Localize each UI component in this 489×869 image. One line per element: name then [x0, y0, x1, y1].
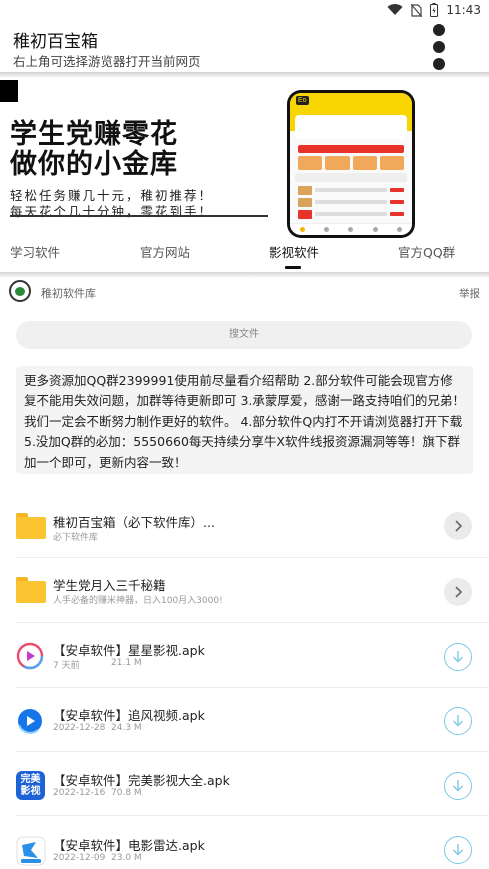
folder-item[interactable]: 稚初百宝箱（必下软件库）... 必下软件库	[0, 496, 489, 558]
folder-title: 稚初百宝箱（必下软件库）...	[53, 515, 215, 530]
more-dot-icon	[433, 24, 445, 36]
status-time: 11:43	[446, 3, 481, 17]
category-tabs: 学习软件 官方网站 影视软件 官方QQ群	[0, 238, 489, 272]
phone-mockup-image: Eo	[287, 90, 415, 238]
download-icon	[453, 844, 463, 856]
tab-official-qq-group[interactable]: 官方QQ群	[398, 238, 455, 272]
tab-official-site[interactable]: 官方网站	[140, 238, 190, 272]
movie-radar-icon	[16, 836, 46, 866]
folder-item[interactable]: 学生党月入三千秘籍 人手必备的赚米神器，日入100月入3000!	[0, 561, 489, 623]
notice-text: 更多资源加QQ群2399991使用前尽量看介绍帮助 2.部分软件可能会现官方修复…	[16, 366, 473, 474]
active-tab-indicator	[285, 266, 301, 269]
app-header: 稚初百宝箱 右上角可选择游览器打开当前网页	[0, 22, 489, 72]
download-button[interactable]	[444, 707, 472, 735]
folder-icon	[16, 513, 46, 539]
file-date: 2022-12-09	[53, 853, 106, 863]
page-subtitle: 右上角可选择游览器打开当前网页	[13, 54, 201, 69]
download-icon	[453, 780, 463, 792]
avatar[interactable]	[9, 280, 31, 302]
file-title: 【安卓软件】电影雷达.apk	[53, 838, 205, 853]
file-size: 21.1 M	[111, 658, 142, 668]
divider	[16, 751, 489, 752]
star-video-icon	[16, 642, 44, 670]
repo-name[interactable]: 稚初软件库	[41, 285, 96, 301]
divider	[16, 687, 489, 688]
file-item[interactable]: 【安卓软件】电影雷达.apk 2022-12-09 23.0 M	[0, 818, 489, 869]
phone-app-logo-icon: Eo	[296, 96, 309, 105]
banner-headline-2: 做你的小金库	[10, 149, 178, 180]
file-title: 【安卓软件】追风视频.apk	[53, 708, 205, 723]
download-icon	[453, 715, 463, 727]
file-date: 2022-12-28	[53, 723, 106, 733]
file-title: 【安卓软件】星星影视.apk	[53, 643, 205, 658]
open-folder-button[interactable]	[444, 512, 472, 540]
file-item[interactable]: 【安卓软件】追风视频.apk 2022-12-28 24.3 M	[0, 690, 489, 752]
promo-banner[interactable]: 学生党赚零花 做你的小金库 轻松任务赚几十元，稚初推荐！ 每天花个几十分钟，零花…	[0, 78, 489, 238]
chevron-right-icon	[455, 586, 463, 598]
banner-underline	[10, 215, 268, 217]
file-size: 24.3 M	[111, 723, 142, 733]
file-date: 2022-12-16	[53, 788, 106, 798]
file-item[interactable]: 【安卓软件】星星影视.apk 7 天前 21.1 M	[0, 626, 489, 688]
divider	[16, 622, 489, 623]
download-icon	[453, 651, 463, 663]
folder-subtitle: 人手必备的赚米神器，日入100月入3000!	[53, 596, 223, 606]
chevron-right-icon	[455, 520, 463, 532]
zhuifeng-play-icon	[18, 709, 42, 734]
more-menu-button[interactable]	[427, 22, 451, 72]
wanmei-video-icon: 完美影视	[16, 771, 45, 800]
more-dot-icon	[433, 41, 445, 53]
banner-caption-2: 每天花个几十分钟，零花到手！	[10, 204, 214, 219]
folder-icon	[16, 577, 46, 603]
search-input[interactable]: 搜文件	[16, 321, 472, 349]
no-sim-icon	[411, 3, 423, 17]
repo-info-row: 稚初软件库 举报	[0, 278, 489, 312]
file-size: 23.0 M	[111, 853, 142, 863]
status-bar: 11:43	[0, 0, 489, 22]
divider	[16, 815, 489, 816]
more-dot-icon	[433, 58, 445, 70]
file-title: 【安卓软件】完美影视大全.apk	[53, 773, 230, 788]
folder-title: 学生党月入三千秘籍	[53, 578, 166, 593]
download-button[interactable]	[444, 836, 472, 864]
report-link[interactable]: 举报	[459, 286, 480, 301]
file-date: 7 天前	[53, 661, 80, 671]
banner-corner-mark	[0, 80, 18, 102]
wifi-icon	[387, 4, 403, 16]
status-icons: 11:43	[387, 3, 481, 17]
open-folder-button[interactable]	[444, 578, 472, 606]
tab-study-software[interactable]: 学习软件	[10, 238, 60, 272]
download-button[interactable]	[444, 772, 472, 800]
divider	[16, 557, 489, 558]
file-item[interactable]: 完美影视 【安卓软件】完美影视大全.apk 2022-12-16 70.8 M	[0, 754, 489, 816]
page-title: 稚初百宝箱	[13, 32, 98, 52]
battery-icon	[430, 3, 439, 17]
folder-subtitle: 必下软件库	[53, 533, 99, 543]
file-size: 70.8 M	[111, 788, 142, 798]
download-button[interactable]	[444, 643, 472, 671]
